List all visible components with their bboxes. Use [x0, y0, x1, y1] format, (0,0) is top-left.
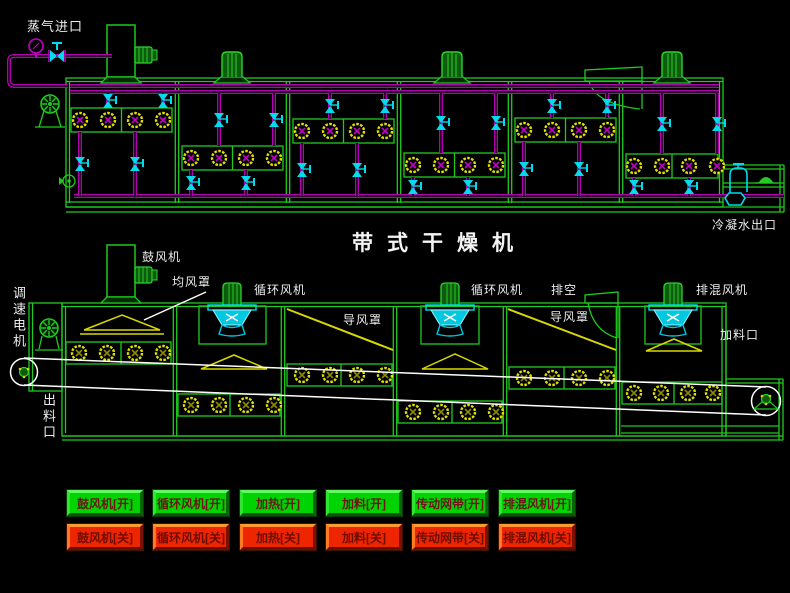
blower-on-button[interactable]: 鼓风机[开]	[67, 490, 143, 516]
hmi-screen: 蒸气进口 冷凝水出口 带式干燥机 鼓风机 均风罩 循环风机 循环风机 排空 排混…	[0, 0, 790, 593]
feed-inlet-label: 加料口	[720, 329, 759, 343]
circulation-fan-on-button[interactable]: 循环风机[开]	[153, 490, 229, 516]
top-machine-frame	[66, 78, 784, 212]
exhaust-fan-off-button[interactable]: 排混风机[关]	[499, 524, 575, 550]
left-fan	[35, 95, 65, 127]
belt-drive-on-button[interactable]: 传动网带[开]	[412, 490, 488, 516]
roof-fan-motor	[434, 52, 470, 83]
discharge-outlet-label: 出料口	[40, 393, 55, 441]
bottom-machine	[11, 245, 784, 440]
heating-off-button[interactable]: 加热[关]	[240, 524, 316, 550]
guide-hood-2-label: 导风罩	[550, 311, 589, 325]
speed-motor-label: 调速电机	[10, 286, 25, 350]
speed-motor-fan	[35, 319, 63, 350]
roof-fan-motor	[654, 52, 690, 83]
duct-elbow-bottom	[585, 292, 618, 338]
circulation-fan	[208, 283, 256, 336]
feeding-on-button[interactable]: 加料[开]	[326, 490, 402, 516]
belt-drive-off-button[interactable]: 传动网带[关]	[412, 524, 488, 550]
heating-on-button[interactable]: 加热[开]	[240, 490, 316, 516]
condensate-outlet-label: 冷凝水出口	[712, 219, 777, 233]
guide-hood-1-label: 导风罩	[343, 314, 382, 328]
exhaust-fan-on-button[interactable]: 排混风机[开]	[499, 490, 575, 516]
blower-off-button[interactable]: 鼓风机[关]	[67, 524, 143, 550]
blower-label: 鼓风机	[142, 251, 181, 265]
page-title: 带式干燥机	[352, 227, 527, 257]
steam-headers	[70, 86, 784, 196]
steam-inlet-label: 蒸气进口	[27, 20, 83, 35]
steam-piping	[9, 39, 112, 86]
steam-valve	[49, 43, 65, 62]
even-air-hood-label: 均风罩	[172, 276, 211, 290]
vent-label: 排空	[551, 284, 577, 298]
exhaust-mix-fan	[649, 283, 697, 336]
circulation-fan-2-label: 循环风机	[471, 284, 523, 298]
top-machine	[9, 25, 784, 212]
left-pump	[59, 175, 75, 187]
exhaust-mix-fan-label: 排混风机	[696, 284, 748, 298]
circulation-fan-off-button[interactable]: 循环风机[关]	[153, 524, 229, 550]
feeding-off-button[interactable]: 加料[关]	[326, 524, 402, 550]
roof-fan-motor	[214, 52, 250, 83]
circulation-fan-1-label: 循环风机	[254, 284, 306, 298]
circulation-fan	[426, 283, 474, 336]
condensate-trap	[725, 164, 778, 205]
